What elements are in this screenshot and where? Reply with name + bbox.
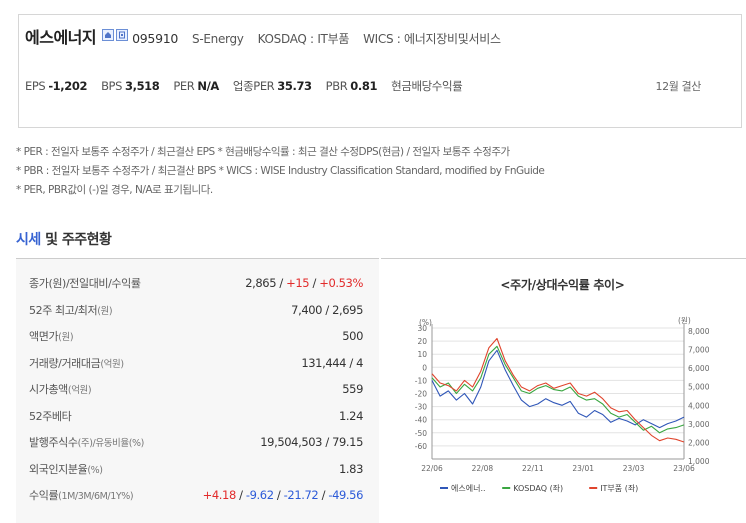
row-value: 1.83: [338, 461, 363, 476]
table-row: 발행주식수(주)/유동비율(%) 19,504,503 / 79.15: [16, 429, 379, 455]
y-left-tick-label: 10: [417, 350, 427, 359]
row-label: 52주 최고/최저(원): [29, 303, 113, 317]
y-right-tick-label: 5,000: [688, 383, 710, 392]
section-title: 시세 및 주주현황: [16, 229, 112, 249]
table-row: 시가총액(억원) 559: [16, 376, 379, 402]
footnote-pbr: * PBR : 전일자 보통주 수정주가 / 최근결산 BPS * WICS :…: [16, 165, 545, 177]
valuation-metrics: EPS -1,202 BPS 3,518 PER N/A 업종PER 35.73 PBR…: [25, 78, 701, 96]
x-tick-label: 22/11: [522, 464, 544, 473]
table-row: 수익률(1M/3M/6M/1Y%) +4.18 / -9.62 / -21.72 …: [16, 482, 379, 508]
row-label: 종가(원)/전일대비/수익률: [29, 277, 141, 290]
stock-code: 095910: [132, 31, 179, 46]
wics-sector: WICS : 에너지장비및서비스: [363, 32, 501, 46]
footnotes: * PER : 전일자 보통주 수정주가 / 최근결산 EPS * 현금배당수익…: [16, 143, 545, 200]
x-tick-label: 23/03: [623, 464, 645, 473]
y-left-tick-label: 0: [422, 363, 427, 372]
footnote-per: * PER : 전일자 보통주 수정주가 / 최근결산 EPS * 현금배당수익…: [16, 146, 510, 158]
row-label: 외국인지분율(%): [29, 462, 103, 476]
row-label: 52주베타: [29, 409, 72, 423]
legend-label: IT부품 (좌): [600, 484, 638, 493]
section-title-accent: 시세: [16, 232, 41, 248]
y-right-tick-label: 8,000: [688, 327, 710, 336]
company-badges: [102, 29, 129, 41]
settlement-month: 12월 결산: [655, 80, 702, 93]
legend-label: KOSDAQ (좌): [513, 484, 563, 493]
y-right-tick-label: 6,000: [688, 364, 710, 373]
market-table: 종가(원)/전일대비/수익률 2,865 / +15 / +0.53% 52주 최고…: [16, 258, 379, 523]
row-label: 거래량/거래대금(억원): [29, 356, 124, 370]
row-value: 500: [342, 329, 363, 343]
table-row: 52주 최고/최저(원) 7,400 / 2,695: [16, 297, 379, 323]
y-right-tick-label: 3,000: [688, 420, 710, 429]
y-right-tick-label: 4,000: [688, 401, 710, 410]
row-label: 액면가(원): [29, 330, 74, 343]
row-value: +4.18 / -9.62 / -21.72 / -49.56: [202, 488, 364, 502]
row-value: 559: [342, 382, 363, 396]
y-left-tick-label: -30: [415, 403, 427, 412]
table-row: 외국인지분율(%) 1.83: [16, 456, 379, 482]
table-row: 종가(원)/전일대비/수익률 2,865 / +15 / +0.53%: [16, 270, 379, 296]
y-left-unit: (%): [419, 318, 432, 327]
metric-eps: EPS -1,202: [25, 79, 88, 93]
y-left-tick-label: -40: [415, 416, 427, 425]
metric-dividend-yield: 현금배당수익률: [391, 79, 463, 93]
x-tick-label: 22/06: [421, 464, 443, 473]
metric-pbr: PBR 0.81: [325, 79, 378, 93]
row-value: 131,444 / 4: [301, 355, 363, 370]
row-value: 19,504,503 / 79.15: [260, 435, 363, 449]
y-right-tick-label: 7,000: [688, 346, 710, 355]
metric-industry-per: 업종PER 35.73: [232, 79, 312, 93]
y-left-tick-label: 20: [417, 337, 427, 346]
y-right-unit: (원): [678, 316, 691, 325]
price-chart-panel: <주가/상대수익률 추이> 30 20 10 0 -10 -20 -30 -40 -50 -60 8…: [381, 258, 746, 523]
legend-label: 에스에너..: [451, 483, 486, 493]
price-chart: 3020100-10-20-30-40-50-608,0007,0006,000…: [415, 316, 710, 493]
x-tick-label: 23/01: [572, 464, 594, 473]
table-row: 52주베타 1.24: [16, 403, 379, 429]
row-value: 1.24: [338, 408, 363, 423]
metric-per: PER N/A: [173, 79, 219, 93]
row-label: 시가총액(억원): [29, 383, 92, 396]
market-sector: KOSDAQ : IT부품: [257, 32, 350, 46]
y-right-tick-label: 2,000: [688, 438, 710, 447]
company-title-row: 에스에너지 095910 S-Energy KOSDAQ : IT부품 WICS…: [25, 24, 501, 47]
row-value: 2,865 / +15 / +0.53%: [245, 276, 363, 290]
row-label: 수익률(1M/3M/6M/1Y%): [29, 489, 134, 502]
home-icon[interactable]: [102, 29, 115, 41]
footnote-na: * PER, PBR값이 (-)일 경우, N/A로 표기됩니다.: [16, 184, 213, 196]
y-left-tick-label: -20: [415, 390, 427, 399]
x-tick-label: 22/08: [472, 464, 494, 473]
y-left-tick-label: -60: [415, 442, 427, 451]
building-icon[interactable]: [116, 29, 129, 41]
metric-bps: BPS 3,518: [101, 79, 160, 93]
section-title-rest: 및 주주현황: [40, 232, 112, 248]
table-row: 액면가(원) 500: [16, 323, 379, 349]
english-name: S-Energy: [192, 32, 244, 46]
row-value: 7,400 / 2,695: [291, 302, 363, 317]
company-name: 에스에너지: [25, 28, 97, 47]
y-left-tick-label: -50: [415, 429, 427, 438]
y-left-tick-label: -10: [415, 376, 427, 385]
x-tick-label: 23/06: [673, 464, 695, 473]
row-label: 발행주식수(주)/유동비율(%): [29, 436, 144, 449]
table-row: 거래량/거래대금(억원) 131,444 / 4: [16, 350, 379, 376]
